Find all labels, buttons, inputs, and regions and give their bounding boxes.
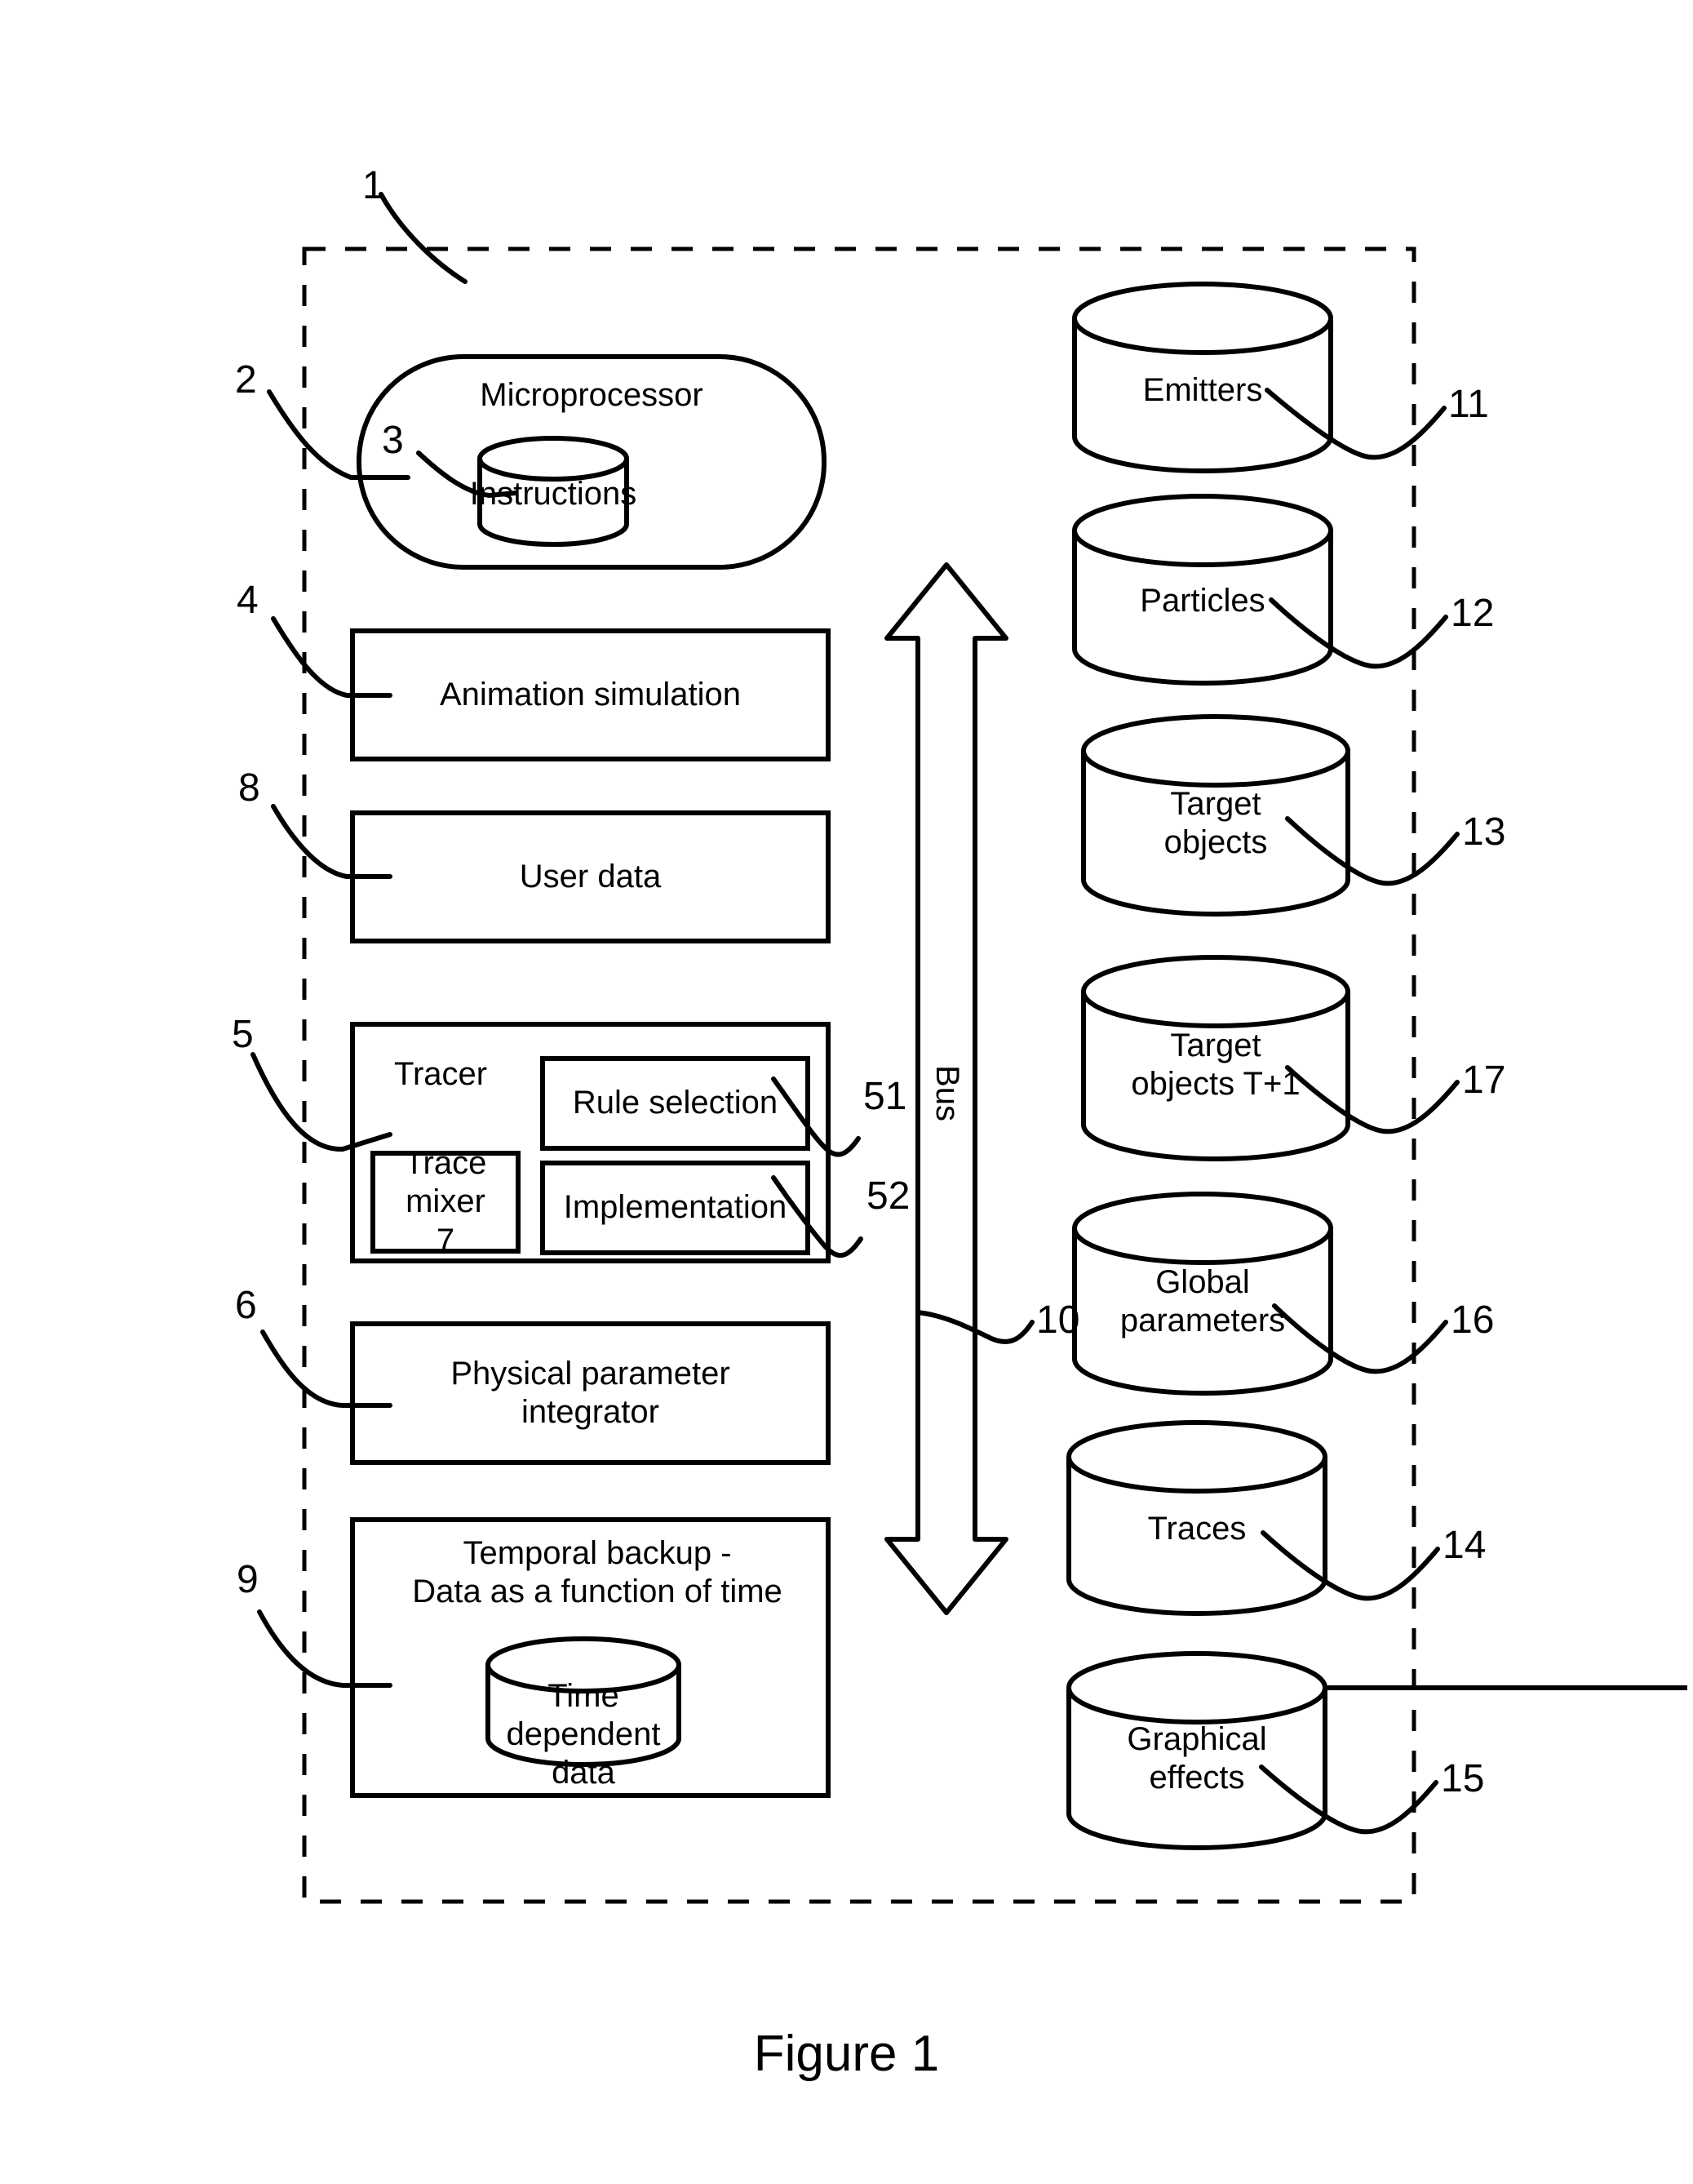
microprocessor-label-wrap: Microprocessor bbox=[359, 371, 824, 420]
db-label-target-objects-t1-line1: Target bbox=[1170, 1028, 1261, 1063]
db-label-wrap-traces: Traces bbox=[1069, 1510, 1325, 1548]
rule-selection-label: Rule selection bbox=[572, 1085, 778, 1121]
figure-vector-layer bbox=[250, 192, 1687, 1904]
time-dependent-data-line1: Time bbox=[547, 1678, 619, 1714]
figure-caption: Figure 1 bbox=[753, 2026, 940, 2082]
trace-mixer-label-line2: mixer bbox=[406, 1183, 485, 1220]
leader-line-5 bbox=[250, 1052, 392, 1152]
bus-label-wrap: Bus bbox=[906, 1053, 987, 1134]
db-label-wrap-emitters: Emitters bbox=[1075, 371, 1331, 410]
user-data-label: User data bbox=[519, 858, 662, 894]
rule-selection-label-wrap: Rule selection bbox=[543, 1059, 808, 1148]
patent-figure: 1 Microprocessor 2 3 Instructions Animat… bbox=[0, 0, 1693, 2184]
physical-parameter-integrator-label-wrap: Physical parameter integrator bbox=[352, 1324, 828, 1463]
temporal-backup-line2: Data as a function of time bbox=[412, 1574, 782, 1610]
leader-line-1 bbox=[379, 192, 468, 284]
time-dependent-data-label-wrap: Time dependent data bbox=[488, 1677, 679, 1793]
time-dependent-data-line3: data bbox=[552, 1755, 615, 1791]
db-label-traces: Traces bbox=[1147, 1511, 1247, 1547]
db-label-graphical-effects-line1: Graphical bbox=[1127, 1721, 1267, 1757]
trace-mixer-label-wrap: Trace mixer 7 bbox=[373, 1145, 518, 1258]
db-label-wrap-target-objects: Target objects bbox=[1084, 785, 1348, 862]
instructions-label: Instructions bbox=[469, 476, 637, 513]
user-data-label-wrap: User data bbox=[352, 813, 828, 941]
figure-caption-wrap: Figure 1 bbox=[0, 2024, 1693, 2084]
db-label-global-parameters-line2: parameters bbox=[1119, 1303, 1286, 1339]
db-label-global-parameters-line1: Global bbox=[1155, 1264, 1250, 1300]
db-label-wrap-global-parameters: Global parameters bbox=[1075, 1263, 1331, 1340]
leader-line-9 bbox=[257, 1609, 392, 1688]
db-label-wrap-particles: Particles bbox=[1075, 582, 1331, 620]
physical-parameter-integrator-line2: integrator bbox=[521, 1394, 659, 1430]
time-dependent-data-line2: dependent bbox=[506, 1716, 661, 1753]
temporal-backup-label-wrap: Temporal backup - Data as a function of … bbox=[352, 1534, 842, 1611]
db-label-target-objects-line2: objects bbox=[1163, 824, 1268, 861]
db-label-target-objects-t1-line2: objects T+1 bbox=[1131, 1066, 1301, 1103]
implementation-label-wrap: Implementation bbox=[543, 1163, 808, 1253]
db-label-target-objects-line1: Target bbox=[1170, 786, 1261, 822]
implementation-label: Implementation bbox=[563, 1189, 787, 1226]
db-label-wrap-target-objects-t1: Target objects T+1 bbox=[1084, 1027, 1348, 1103]
bus-label: Bus bbox=[928, 1065, 965, 1122]
db-label-emitters: Emitters bbox=[1142, 372, 1263, 408]
db-label-particles: Particles bbox=[1140, 583, 1265, 619]
instructions-label-wrap: Instructions bbox=[470, 473, 637, 516]
microprocessor-label: Microprocessor bbox=[480, 377, 703, 414]
temporal-backup-line1: Temporal backup - bbox=[463, 1535, 732, 1571]
physical-parameter-integrator-line1: Physical parameter bbox=[450, 1355, 730, 1392]
animation-simulation-label: Animation simulation bbox=[439, 676, 742, 712]
db-label-graphical-effects-line2: effects bbox=[1149, 1760, 1245, 1796]
db-label-wrap-graphical-effects: Graphical effects bbox=[1069, 1720, 1325, 1797]
animation-simulation-label-wrap: Animation simulation bbox=[352, 631, 828, 759]
